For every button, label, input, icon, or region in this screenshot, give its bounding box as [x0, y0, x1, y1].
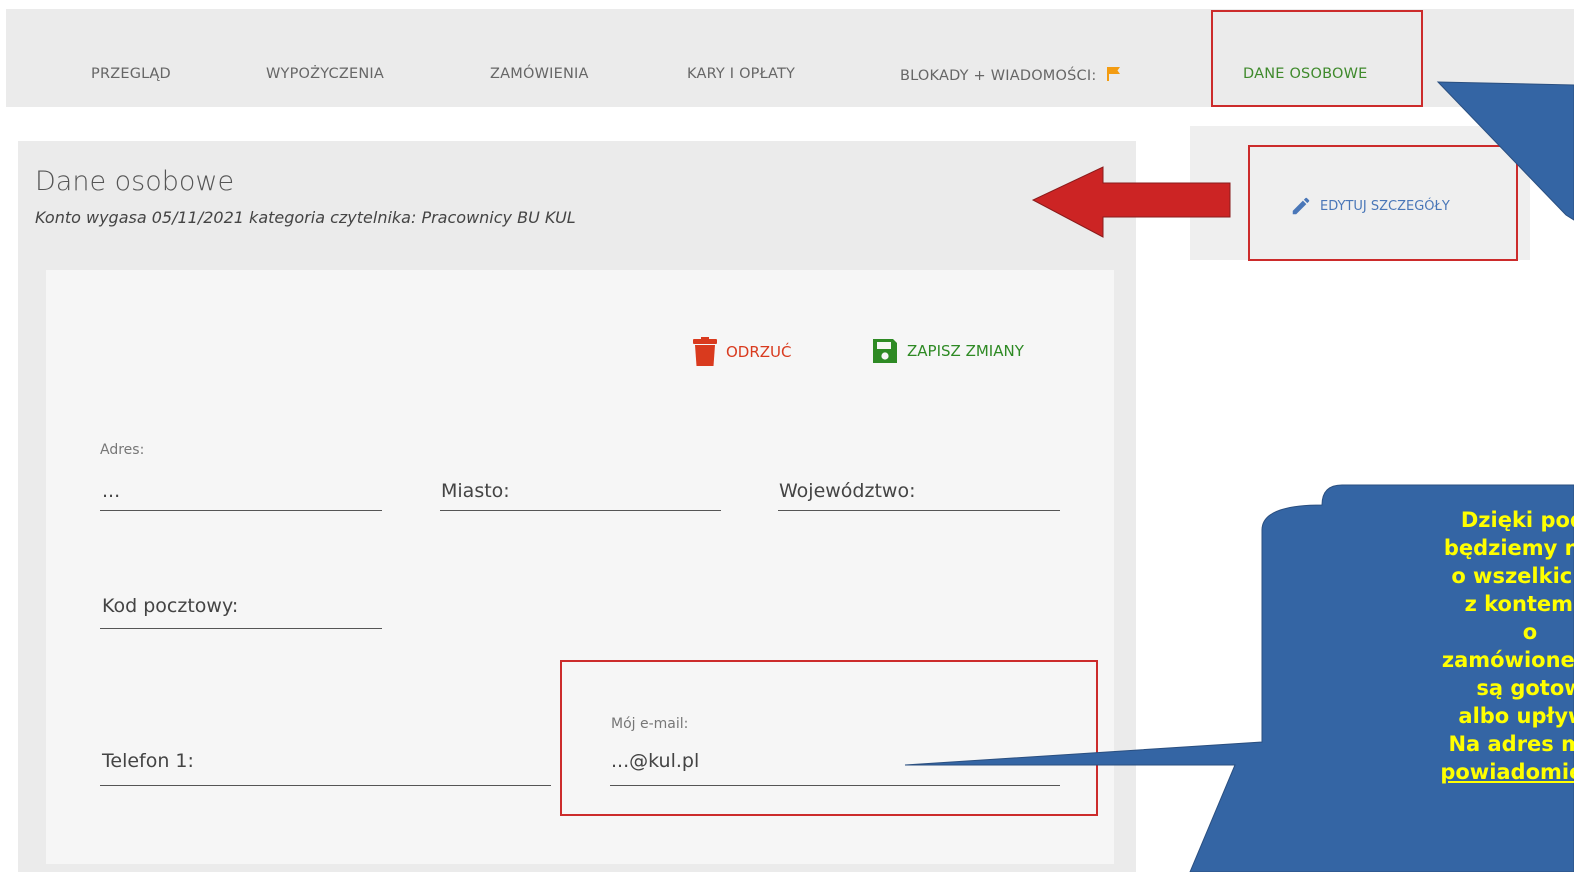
- left-arrow: [1031, 166, 1231, 238]
- tab-pointer-arrow: [1436, 81, 1574, 221]
- callout-line: Dzięki poda: [1460, 508, 1574, 532]
- callout-line: będziemy na b: [1443, 536, 1574, 560]
- callout-line: Na adres mail: [1448, 732, 1574, 756]
- callout-line: zamówione ma: [1441, 648, 1574, 672]
- callout-line: powiadomienia: [1440, 760, 1574, 784]
- callout-line: są gotow: [1476, 676, 1574, 700]
- callout-line: albo upływa: [1458, 704, 1574, 728]
- callout-line: o wszelkich a: [1451, 564, 1574, 588]
- callout-text: Dzięki poda będziemy na b o wszelkich a …: [1270, 506, 1574, 786]
- callout-line: z kontem b: [1464, 592, 1574, 616]
- callout-line: o: [1522, 620, 1538, 644]
